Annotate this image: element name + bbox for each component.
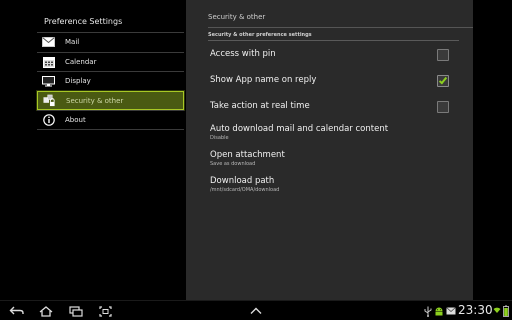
settings-panel: Security & other Security & other prefer… [186,0,473,300]
email-notification-icon [445,304,456,318]
sidebar-item-about[interactable]: About [37,110,184,130]
sidebar-item-label: Mail [65,38,80,47]
battery-icon [502,304,510,318]
take-action-checkbox[interactable] [437,101,449,113]
pref-summary: Save as download [210,161,256,167]
pref-summary: Disable [210,135,229,141]
checkmark-icon [438,75,448,85]
show-app-name-checkbox[interactable] [437,75,449,87]
pref-summary: /mnt/sdcard/OMA/download [210,187,280,193]
pref-title: Access with pin [210,49,276,59]
sidebar-list: Mail Calendar Display Security & other A… [36,32,185,130]
back-icon[interactable] [8,304,26,318]
status-clock: 23:30 [458,303,493,317]
info-icon [42,114,55,126]
recent-apps-icon[interactable] [68,304,84,318]
sidebar-title: Preference Settings [44,17,123,26]
access-with-pin-checkbox[interactable] [437,49,449,61]
pref-title: Auto download mail and calendar content [210,124,389,134]
pref-show-app-name[interactable]: Show App name on reply [210,75,449,87]
sidebar-item-security[interactable]: Security & other [36,89,185,112]
mail-icon [42,36,55,48]
section-title: Security & other preference settings [208,32,312,38]
sidebar-item-label: About [65,116,86,125]
pref-access-with-pin[interactable]: Access with pin [210,49,449,61]
pref-title: Take action at real time [210,101,310,111]
android-debug-icon [433,304,444,318]
home-icon[interactable] [38,304,54,318]
panel-title: Security & other [208,13,266,21]
pref-auto-download[interactable]: Auto download mail and calendar content … [210,124,449,141]
sidebar-item-mail[interactable]: Mail [37,32,184,52]
preference-sidebar: Preference Settings Mail Calendar Displa… [0,0,186,300]
display-icon [42,75,55,87]
pref-title: Download path [210,176,275,186]
pref-take-action[interactable]: Take action at real time [210,101,449,113]
panel-divider [208,27,473,28]
system-navbar: 23:30 [0,300,512,320]
security-icon [43,94,56,107]
pref-download-path[interactable]: Download path /mnt/sdcard/OMA/download [210,176,449,193]
usb-icon [423,304,433,318]
wifi-icon [493,304,501,318]
pref-title: Show App name on reply [210,75,317,85]
calendar-icon [42,56,55,68]
screenshot-icon[interactable] [97,304,113,318]
sidebar-item-label: Calendar [65,57,97,66]
sidebar-item-label: Display [65,77,91,86]
sidebar-item-calendar[interactable]: Calendar [37,51,184,72]
sidebar-item-display[interactable]: Display [37,71,184,91]
section-divider [208,40,459,41]
menu-up-icon[interactable] [248,304,264,318]
pref-open-attachment[interactable]: Open attachment Save as download [210,150,449,167]
sidebar-item-label: Security & other [66,96,124,105]
pref-title: Open attachment [210,150,285,160]
